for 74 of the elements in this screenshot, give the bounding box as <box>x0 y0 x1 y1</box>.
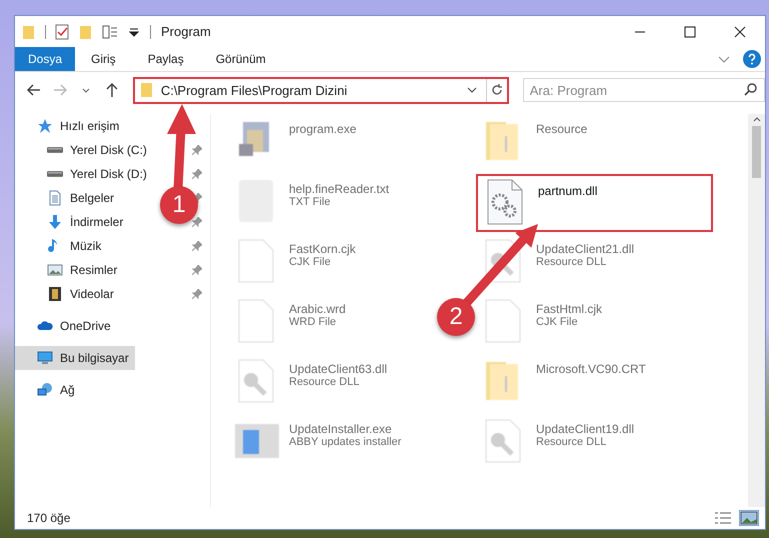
search-icon[interactable] <box>743 82 760 98</box>
file-item[interactable]: Microsoft.VC90.CRT <box>476 354 650 412</box>
sidebar-item[interactable]: Yerel Disk (C:) <box>15 138 153 162</box>
file-item[interactable]: help.fineReader.txt TXT File <box>229 174 394 232</box>
file-item[interactable]: UpdateClient63.dll Resource DLL <box>229 354 392 412</box>
file-item[interactable]: UpdateClient21.dll Resource DLL <box>476 234 638 292</box>
film-icon <box>47 286 63 302</box>
pin-icon[interactable] <box>192 217 202 227</box>
file-name: UpdateInstaller.exe <box>289 422 393 436</box>
ribbon-tab[interactable]: Giriş <box>75 47 132 71</box>
pin-icon[interactable] <box>192 241 202 251</box>
picture-icon <box>47 262 63 278</box>
file-type: ABBY updates installer <box>289 436 402 448</box>
file-type: WRD File <box>289 316 338 328</box>
file-item[interactable]: Arabic.wrd WRD File <box>229 294 350 352</box>
ribbon-tab[interactable]: Görünüm <box>200 47 282 71</box>
item-count: 170 öğe <box>27 511 70 525</box>
search-field[interactable]: Ara: Program <box>522 78 766 102</box>
sidebar-item[interactable]: Hızlı erişim <box>15 114 126 138</box>
file-type: Resource DLL <box>289 376 360 388</box>
scrollbar-thumb[interactable] <box>752 126 761 178</box>
ribbon-tab[interactable]: Paylaş <box>132 47 200 71</box>
file-name: UpdateClient63.dll <box>289 362 388 376</box>
sidebar-item[interactable]: OneDrive <box>15 314 117 338</box>
file-name: partnum.dll <box>538 184 598 198</box>
sidebar-item[interactable]: Müzik <box>15 234 108 258</box>
file-item[interactable]: FastKorn.cjk CJK File <box>229 234 360 292</box>
file-name: UpdateClient19.dll <box>536 422 634 436</box>
file-item[interactable]: Resource <box>476 114 592 172</box>
pin-icon[interactable] <box>192 265 202 275</box>
address-bar[interactable]: C:\Program Files\Program Dizini <box>132 76 509 104</box>
file-name: UpdateClient21.dll <box>536 242 634 256</box>
file-type: Resource DLL <box>536 256 608 268</box>
pin-icon[interactable] <box>192 289 202 299</box>
checklist-icon[interactable] <box>54 24 70 40</box>
sidebar-item[interactable]: Resimler <box>15 258 124 282</box>
down-arrow-icon <box>47 214 63 230</box>
sidebar-item[interactable]: Yerel Disk (D:) <box>15 162 153 186</box>
monitor-icon <box>37 350 53 366</box>
file-name: help.fineReader.txt <box>289 182 390 196</box>
network-icon <box>37 382 53 398</box>
folder-icon <box>138 82 155 98</box>
document-icon <box>47 190 63 206</box>
sidebar-item[interactable]: Videolar <box>15 282 120 306</box>
pin-icon[interactable] <box>192 145 202 155</box>
file-type: Resource DLL <box>536 436 608 448</box>
file-name: Arabic.wrd <box>289 302 346 316</box>
window-title: Program <box>161 24 211 39</box>
sidebar-item[interactable]: İndirmeler <box>15 210 130 234</box>
file-item[interactable]: UpdateInstaller.exe ABBY updates installer <box>229 414 406 472</box>
file-item[interactable]: program.exe <box>229 114 360 172</box>
details-view-button[interactable] <box>713 510 733 526</box>
file-type: TXT File <box>289 196 332 208</box>
file-name: Microsoft.VC90.CRT <box>536 362 646 376</box>
drive-icon <box>47 147 63 153</box>
file-type: CJK File <box>536 316 579 328</box>
pin-icon[interactable] <box>192 169 202 179</box>
ribbon-tab[interactable]: Dosya <box>15 47 76 71</box>
file-type: CJK File <box>289 256 332 268</box>
file-name: Resource <box>536 122 588 136</box>
file-item[interactable]: partnum.dll <box>476 174 713 232</box>
sidebar-item[interactable]: Ağ <box>15 378 81 402</box>
large-icons-view-button[interactable] <box>739 510 759 526</box>
help-icon[interactable] <box>743 50 761 68</box>
drive-icon <box>47 171 63 177</box>
file-name: program.exe <box>289 122 356 136</box>
file-item[interactable]: UpdateClient19.dll Resource DLL <box>476 414 638 472</box>
star-icon <box>37 118 53 134</box>
file-name: FastKorn.cjk <box>289 242 356 256</box>
sidebar-item[interactable]: Bu bilgisayar <box>15 346 135 370</box>
sidebar-item[interactable]: Belgeler <box>15 186 120 210</box>
file-item[interactable]: FastHtml.cjk CJK File <box>476 294 606 352</box>
properties-icon[interactable] <box>102 24 118 40</box>
file-name: FastHtml.cjk <box>536 302 602 316</box>
